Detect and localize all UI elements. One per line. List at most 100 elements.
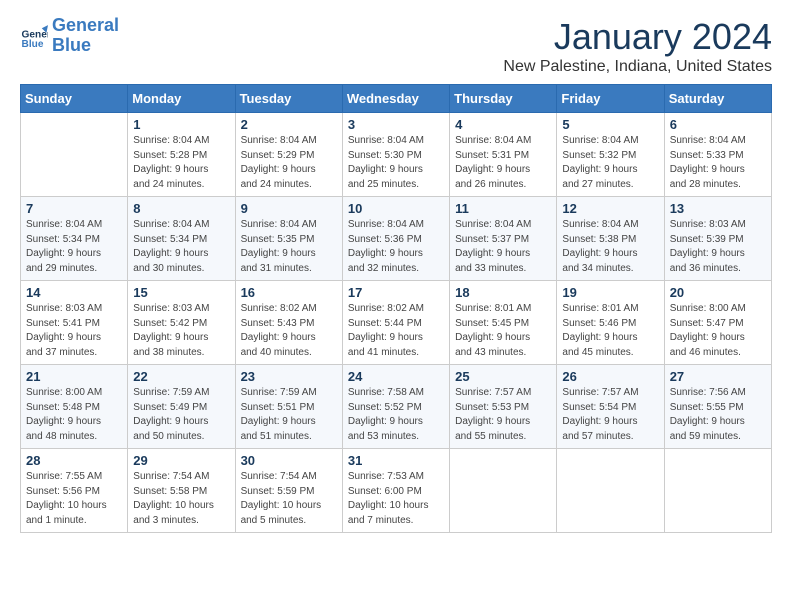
title-section: January 2024 New Palestine, Indiana, Uni… [503,16,772,76]
day-info: Sunrise: 8:02 AMSunset: 5:44 PMDaylight:… [348,302,444,360]
day-info: Sunrise: 8:04 AMSunset: 5:33 PMDaylight:… [670,134,766,192]
day-number: 10 [348,201,444,216]
calendar-cell: 7 Sunrise: 8:04 AMSunset: 5:34 PMDaylight… [21,197,128,281]
day-number: 7 [26,201,122,216]
day-info: Sunrise: 7:53 AMSunset: 6:00 PMDaylight:… [348,470,444,528]
calendar-cell: 23 Sunrise: 7:59 AMSunset: 5:51 PMDayligh… [235,365,342,449]
svg-text:Blue: Blue [22,39,44,50]
calendar-subtitle: New Palestine, Indiana, United States [503,58,772,76]
calendar-cell: 30Sunrise: 7:54 AMSunset: 5:59 PMDayligh… [235,449,342,533]
logo-text: GeneralBlue [52,16,119,56]
day-info: Sunrise: 8:04 AMSunset: 5:34 PMDaylight:… [133,218,229,276]
day-info: Sunrise: 8:04 AMSunset: 5:30 PMDaylight:… [348,134,444,192]
day-info: Sunrise: 8:00 AMSunset: 5:48 PMDaylight:… [26,386,122,444]
calendar-table: Sunday Monday Tuesday Wednesday Thursday… [20,84,772,533]
calendar-cell: 5Sunrise: 8:04 AMSunset: 5:32 PMDaylight… [557,113,664,197]
day-number: 18 [455,285,551,300]
day-number: 9 [241,201,337,216]
calendar-cell: 24Sunrise: 7:58 AMSunset: 5:52 PMDayligh… [342,365,449,449]
col-friday: Friday [557,85,664,113]
day-number: 16 [241,285,337,300]
day-info: Sunrise: 8:04 AMSunset: 5:38 PMDaylight:… [562,218,658,276]
calendar-cell [450,449,557,533]
day-number: 13 [670,201,766,216]
day-number: 12 [562,201,658,216]
day-info: Sunrise: 8:04 AMSunset: 5:29 PMDaylight:… [241,134,337,192]
calendar-cell: 3 Sunrise: 8:04 AMSunset: 5:30 PMDaylight… [342,113,449,197]
day-number: 4 [455,117,551,132]
day-number: 31 [348,453,444,468]
col-sunday: Sunday [21,85,128,113]
day-info: Sunrise: 8:04 AMSunset: 5:36 PMDaylight:… [348,218,444,276]
calendar-title: January 2024 [503,16,772,58]
day-info: Sunrise: 7:58 AMSunset: 5:52 PMDaylight:… [348,386,444,444]
day-info: Sunrise: 8:02 AMSunset: 5:43 PMDaylight:… [241,302,337,360]
day-number: 19 [562,285,658,300]
calendar-cell: 31 Sunrise: 7:53 AMSunset: 6:00 PMDayligh… [342,449,449,533]
day-info: Sunrise: 8:04 AMSunset: 5:28 PMDaylight:… [133,134,229,192]
calendar-cell: 6 Sunrise: 8:04 AMSunset: 5:33 PMDaylight… [664,113,771,197]
calendar-cell: 13 Sunrise: 8:03 AMSunset: 5:39 PMDayligh… [664,197,771,281]
day-number: 8 [133,201,229,216]
calendar-week-row: 7 Sunrise: 8:04 AMSunset: 5:34 PMDaylight… [21,197,772,281]
calendar-cell: 1 Sunrise: 8:04 AMSunset: 5:28 PMDaylight… [128,113,235,197]
day-info: Sunrise: 7:57 AMSunset: 5:54 PMDaylight:… [562,386,658,444]
day-info: Sunrise: 7:55 AMSunset: 5:56 PMDaylight:… [26,470,122,528]
day-info: Sunrise: 8:03 AMSunset: 5:41 PMDaylight:… [26,302,122,360]
calendar-cell: 8 Sunrise: 8:04 AMSunset: 5:34 PMDaylight… [128,197,235,281]
calendar-cell: 11Sunrise: 8:04 AMSunset: 5:37 PMDayligh… [450,197,557,281]
day-info: Sunrise: 8:01 AMSunset: 5:45 PMDaylight:… [455,302,551,360]
day-number: 6 [670,117,766,132]
calendar-cell: 14 Sunrise: 8:03 AMSunset: 5:41 PMDayligh… [21,281,128,365]
calendar-cell: 27 Sunrise: 7:56 AMSunset: 5:55 PMDayligh… [664,365,771,449]
calendar-cell: 29 Sunrise: 7:54 AMSunset: 5:58 PMDayligh… [128,449,235,533]
day-number: 14 [26,285,122,300]
calendar-week-row: 14 Sunrise: 8:03 AMSunset: 5:41 PMDayligh… [21,281,772,365]
day-info: Sunrise: 8:03 AMSunset: 5:42 PMDaylight:… [133,302,229,360]
day-info: Sunrise: 7:54 AMSunset: 5:58 PMDaylight:… [133,470,229,528]
calendar-cell: 4 Sunrise: 8:04 AMSunset: 5:31 PMDaylight… [450,113,557,197]
calendar-cell: 26 Sunrise: 7:57 AMSunset: 5:54 PMDayligh… [557,365,664,449]
col-wednesday: Wednesday [342,85,449,113]
calendar-cell: 28 Sunrise: 7:55 AMSunset: 5:56 PMDayligh… [21,449,128,533]
calendar-cell: 12 Sunrise: 8:04 AMSunset: 5:38 PMDayligh… [557,197,664,281]
col-tuesday: Tuesday [235,85,342,113]
day-number: 23 [241,369,337,384]
day-number: 1 [133,117,229,132]
day-info: Sunrise: 8:00 AMSunset: 5:47 PMDaylight:… [670,302,766,360]
logo: General Blue GeneralBlue [20,16,119,56]
day-number: 26 [562,369,658,384]
day-number: 25 [455,369,551,384]
day-number: 3 [348,117,444,132]
day-number: 21 [26,369,122,384]
col-saturday: Saturday [664,85,771,113]
day-number: 28 [26,453,122,468]
calendar-week-row: 28 Sunrise: 7:55 AMSunset: 5:56 PMDayligh… [21,449,772,533]
calendar-cell: 22Sunrise: 7:59 AMSunset: 5:49 PMDayligh… [128,365,235,449]
calendar-header-row: Sunday Monday Tuesday Wednesday Thursday… [21,85,772,113]
calendar-cell [664,449,771,533]
day-info: Sunrise: 7:56 AMSunset: 5:55 PMDaylight:… [670,386,766,444]
calendar-cell: 19Sunrise: 8:01 AMSunset: 5:46 PMDayligh… [557,281,664,365]
calendar-cell: 17 Sunrise: 8:02 AMSunset: 5:44 PMDayligh… [342,281,449,365]
day-info: Sunrise: 8:04 AMSunset: 5:35 PMDaylight:… [241,218,337,276]
day-number: 27 [670,369,766,384]
calendar-cell: 10 Sunrise: 8:04 AMSunset: 5:36 PMDayligh… [342,197,449,281]
logo-icon: General Blue [20,22,48,50]
day-number: 2 [241,117,337,132]
day-info: Sunrise: 8:04 AMSunset: 5:34 PMDaylight:… [26,218,122,276]
calendar-cell: 25 Sunrise: 7:57 AMSunset: 5:53 PMDayligh… [450,365,557,449]
calendar-cell: 16 Sunrise: 8:02 AMSunset: 5:43 PMDayligh… [235,281,342,365]
day-info: Sunrise: 7:59 AMSunset: 5:51 PMDaylight:… [241,386,337,444]
day-number: 30 [241,453,337,468]
calendar-week-row: 1 Sunrise: 8:04 AMSunset: 5:28 PMDaylight… [21,113,772,197]
day-number: 29 [133,453,229,468]
day-number: 17 [348,285,444,300]
calendar-cell [557,449,664,533]
calendar-cell: 18 Sunrise: 8:01 AMSunset: 5:45 PMDayligh… [450,281,557,365]
day-info: Sunrise: 7:57 AMSunset: 5:53 PMDaylight:… [455,386,551,444]
day-info: Sunrise: 8:04 AMSunset: 5:32 PMDaylight:… [562,134,658,192]
day-info: Sunrise: 8:03 AMSunset: 5:39 PMDaylight:… [670,218,766,276]
day-info: Sunrise: 8:04 AMSunset: 5:31 PMDaylight:… [455,134,551,192]
calendar-cell: 2 Sunrise: 8:04 AMSunset: 5:29 PMDaylight… [235,113,342,197]
